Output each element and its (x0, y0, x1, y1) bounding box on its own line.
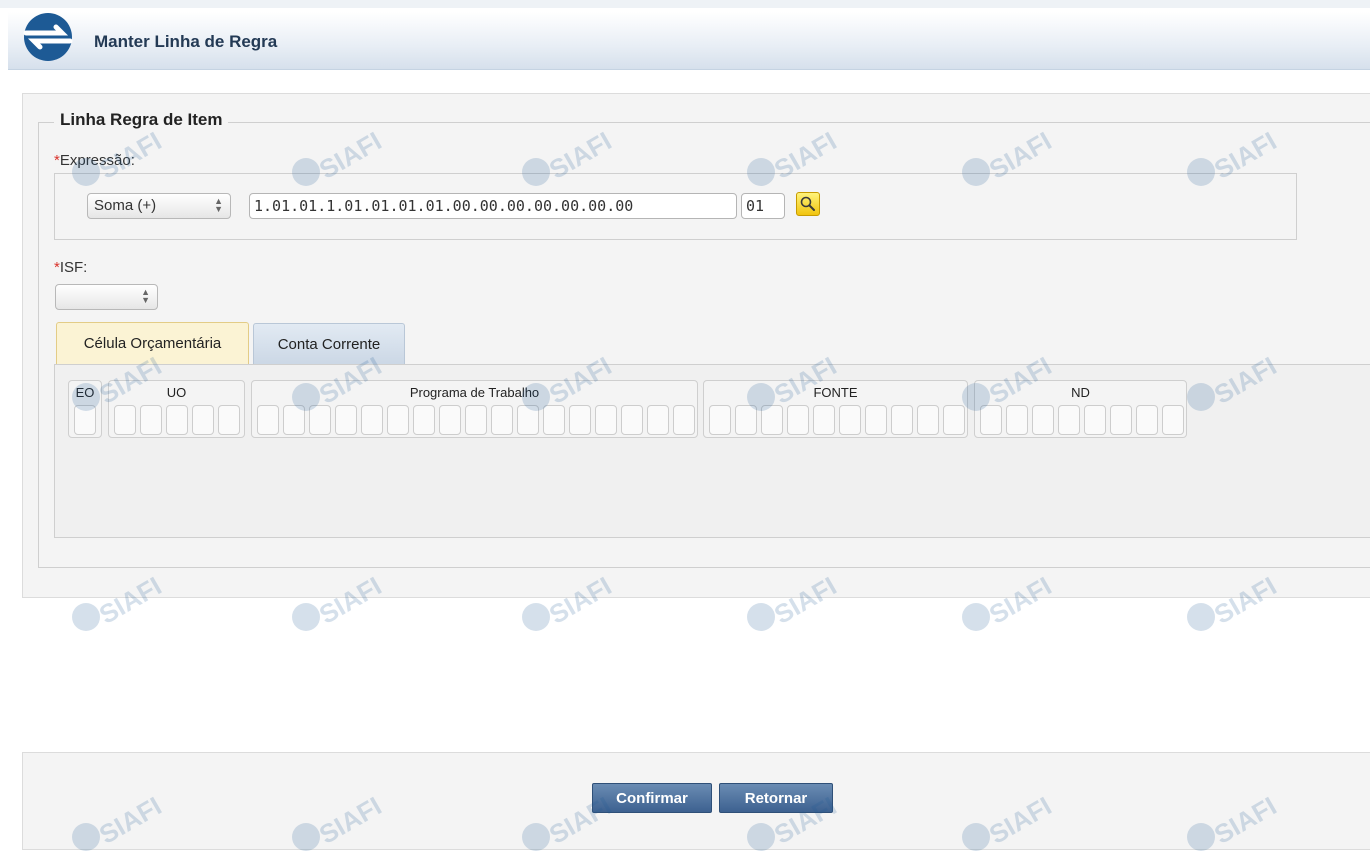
cell-input[interactable] (943, 405, 965, 435)
siafi-logo-icon (23, 13, 73, 61)
fieldset-legend: Linha Regra de Item (54, 110, 229, 130)
cell-input[interactable] (787, 405, 809, 435)
cell-group-uo: UO (108, 380, 245, 438)
cell-input[interactable] (1006, 405, 1028, 435)
operation-select[interactable]: Soma (+) ▲ ▼ (87, 193, 231, 219)
cell-input[interactable] (647, 405, 669, 435)
cell-input[interactable] (465, 405, 487, 435)
cell-input[interactable] (980, 405, 1002, 435)
cell-input[interactable] (335, 405, 357, 435)
cell-input[interactable] (813, 405, 835, 435)
expression-code-input[interactable]: 1.01.01.1.01.01.01.01.00.00.00.00.00.00.… (249, 193, 737, 219)
cell-input[interactable] (517, 405, 539, 435)
cell-group-label: EO (75, 385, 95, 400)
expressao-label: *Expressão: (54, 152, 135, 169)
cell-input[interactable] (595, 405, 617, 435)
cell-input[interactable] (761, 405, 783, 435)
isf-label-text: ISF: (59, 259, 88, 276)
search-icon (800, 196, 815, 211)
cell-group-label: FONTE (813, 385, 858, 400)
cell-input[interactable] (735, 405, 757, 435)
cell-input[interactable] (891, 405, 913, 435)
cell-input[interactable] (1084, 405, 1106, 435)
cell-group-label: ND (1071, 385, 1090, 400)
confirm-button[interactable]: Confirmar (592, 783, 712, 813)
cell-group-nd: ND (974, 380, 1187, 438)
cell-group-programa: Programa de Trabalho (251, 380, 698, 438)
cell-group-label: UO (166, 385, 187, 400)
cell-input[interactable] (491, 405, 513, 435)
search-button[interactable] (796, 192, 820, 216)
cell-input[interactable] (1162, 405, 1184, 435)
expressao-label-text: Expressão: (59, 152, 135, 169)
tab-conta-corrente[interactable]: Conta Corrente (253, 323, 405, 365)
return-button[interactable]: Retornar (719, 783, 833, 813)
isf-label: *ISF: (54, 259, 87, 276)
select-arrows-icon: ▲ ▼ (141, 287, 150, 305)
cell-input[interactable] (140, 405, 162, 435)
cell-input[interactable] (413, 405, 435, 435)
cell-input[interactable] (569, 405, 591, 435)
cell-input[interactable] (865, 405, 887, 435)
cell-input[interactable] (839, 405, 861, 435)
cell-input[interactable] (283, 405, 305, 435)
top-strip (0, 0, 1370, 8)
expression-suffix-input[interactable]: 01 (741, 193, 785, 219)
cell-input[interactable] (439, 405, 461, 435)
cell-input[interactable] (166, 405, 188, 435)
select-arrows-icon: ▲ ▼ (214, 196, 223, 214)
cell-input[interactable] (673, 405, 695, 435)
cell-input[interactable] (192, 405, 214, 435)
cell-group-fonte: FONTE (703, 380, 968, 438)
cell-input[interactable] (709, 405, 731, 435)
cell-input[interactable] (543, 405, 565, 435)
tab-celula-orcamentaria[interactable]: Célula Orçamentária (56, 322, 249, 364)
cell-input[interactable] (621, 405, 643, 435)
cell-input[interactable] (114, 405, 136, 435)
isf-select[interactable]: ▲ ▼ (55, 284, 158, 310)
cell-input[interactable] (218, 405, 240, 435)
cell-input[interactable] (309, 405, 331, 435)
cell-input[interactable] (1058, 405, 1080, 435)
cell-input[interactable] (361, 405, 383, 435)
cell-group-label: Programa de Trabalho (409, 385, 540, 400)
page-title: Manter Linha de Regra (94, 32, 278, 51)
cell-input[interactable] (1110, 405, 1132, 435)
cell-input[interactable] (917, 405, 939, 435)
cell-input[interactable] (1136, 405, 1158, 435)
cell-group-eo: EO (68, 380, 102, 438)
cell-input[interactable] (1032, 405, 1054, 435)
cell-input[interactable] (74, 405, 96, 435)
cell-input[interactable] (387, 405, 409, 435)
cell-input[interactable] (257, 405, 279, 435)
operation-select-value: Soma (+) (94, 197, 157, 214)
